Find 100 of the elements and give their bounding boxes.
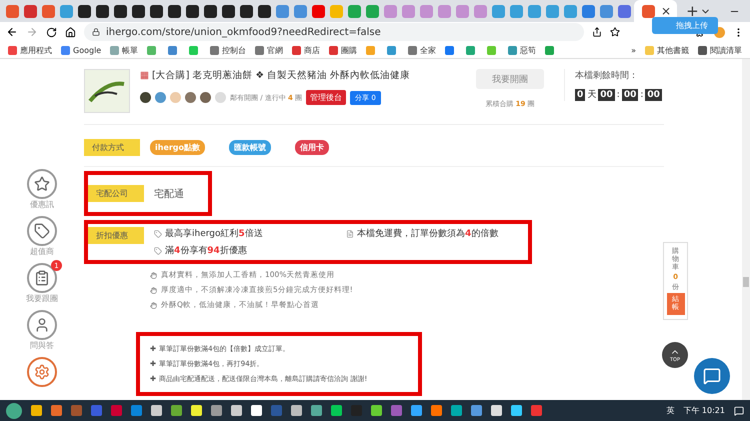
tab-favicon-icon [642,4,655,18]
bookmark-item[interactable]: 官網 [255,44,284,56]
reading-list-button[interactable]: 閱讀清單 [698,44,742,56]
taskbar-app-icon[interactable] [291,405,302,416]
taskbar-clock[interactable]: 下午 10:21 [683,405,725,416]
taskbar-app-icon[interactable] [151,405,162,416]
tab-favicon-icon[interactable] [78,4,91,18]
delivery-company: 宅配通 [154,188,184,200]
taskbar-app-icon[interactable] [191,405,202,416]
tab-favicon-icon[interactable] [168,4,181,18]
share-icon[interactable] [592,27,602,37]
lock-icon [92,28,100,36]
bookmark-favicon-icon[interactable] [545,46,554,54]
taskbar-app-icon[interactable] [331,405,342,416]
taskbar-app-icon[interactable] [371,405,382,416]
tab-favicon-icon[interactable] [150,4,163,18]
bookmark-favicon-icon[interactable] [189,46,198,54]
bookmark-favicon-icon[interactable] [445,46,454,54]
gear-icon [34,364,50,380]
tab-close-button[interactable]: × [661,5,672,17]
taskbar-app-icon[interactable] [111,405,122,416]
taskbar-app-icon[interactable] [451,405,462,416]
pointing-hand-icon [150,272,157,278]
discount-text: 滿4份享有94折優惠 [165,244,247,257]
taskbar-app-icon[interactable] [51,405,62,416]
start-button[interactable] [6,402,22,418]
url-text: ihergo.com/store/union_okmfood9?needRedirect=false [106,26,381,38]
section-label: 付款方式 [84,139,140,156]
side-nav-button[interactable] [27,357,57,387]
back-icon[interactable] [6,26,18,38]
member-avatar [170,92,181,103]
chat-button[interactable] [694,358,730,394]
forward-icon[interactable] [26,26,38,38]
bookmark-item[interactable]: 惡筍 [508,44,536,56]
bookmark-item[interactable]: 帳單 [110,44,138,56]
payment-method: 信用卡 [295,140,330,155]
side-nav-label: 優惠訊 [30,199,54,210]
bookmark-favicon-icon[interactable] [147,46,156,54]
taskbar-app-icon[interactable] [231,405,242,416]
tab-favicon-icon[interactable] [186,4,199,18]
bookmark-item[interactable]: 控制台 [210,44,246,56]
more-bookmarks-button[interactable]: » [631,46,636,54]
bookmark-favicon-icon[interactable] [366,46,376,54]
tab-favicon-icon[interactable] [258,4,271,18]
new-tab-button[interactable]: + [686,4,699,18]
reload-icon[interactable] [46,26,57,38]
taskbar-app-icon[interactable] [391,405,402,416]
side-nav-button[interactable] [27,216,57,246]
taskbar-app-icon[interactable] [511,405,522,416]
discount-text: 本檔免運費，訂單份數須為4的倍數 [357,228,498,240]
tab-favicon-icon[interactable] [222,4,235,18]
countdown-digit: 00 [622,88,638,100]
input-method-indicator[interactable]: 英 [666,405,674,416]
scrollbar[interactable] [742,59,750,400]
bookmark-folder[interactable]: 其他書籤 [645,44,689,56]
taskbar-app-icon[interactable] [411,405,422,416]
taskbar-app-icon[interactable] [311,405,322,416]
tag-icon [154,246,162,254]
taskbar-app-icon[interactable] [71,405,82,416]
brand-logo [84,69,130,113]
member-avatar [140,92,151,103]
taskbar-app-icon[interactable] [31,405,42,416]
bookmark-favicon-icon[interactable] [487,46,496,54]
taskbar-app-icon[interactable] [491,405,502,416]
tag-icon [154,230,162,238]
address-bar[interactable]: ihergo.com/store/union_okmfood9?needRedirect=false [84,23,584,41]
bookmark-item[interactable]: 應用程式 [8,44,52,56]
section-label: 折扣優惠 [88,227,144,244]
taskbar-app-icon[interactable] [251,405,262,416]
admin-button[interactable]: 管理後台 [306,90,346,105]
bookmark-item[interactable]: Google [61,46,102,54]
tab-favicon-icon[interactable] [132,4,145,18]
bookmark-star-icon[interactable] [610,27,620,37]
taskbar-app-icon[interactable] [131,405,142,416]
taskbar-app-icon[interactable] [171,405,182,416]
bookmark-item[interactable]: 團購 [329,44,358,56]
tab-favicon-icon[interactable] [114,4,127,18]
bookmark-favicon-icon[interactable] [168,46,178,54]
taskbar-app-icon[interactable] [471,405,482,416]
pointing-hand-icon [150,302,157,308]
notification-icon[interactable] [734,406,744,416]
taskbar-app-icon[interactable] [211,405,222,416]
home-icon[interactable] [65,26,76,38]
bookmark-item[interactable]: 商店 [292,44,320,56]
side-nav-button[interactable] [27,263,57,293]
side-nav-button[interactable] [27,169,57,199]
chat-bubble-icon [703,367,721,385]
taskbar-app-icon[interactable] [431,405,442,416]
member-avatar [215,92,226,103]
tag-icon [34,223,50,239]
side-nav-button[interactable] [27,310,57,340]
taskbar-app-icon[interactable] [531,405,542,416]
bookmark-item[interactable]: 全家 [408,44,436,56]
bookmark-favicon-icon[interactable] [387,46,396,54]
bookmark-favicon-icon[interactable] [466,46,476,54]
tab-favicon-icon[interactable] [96,4,109,18]
countdown-digit: 0 [575,88,586,100]
tab-favicon-icon[interactable] [240,4,253,18]
countdown-digit: 00 [598,88,615,100]
tab-favicon-icon[interactable] [204,4,217,18]
